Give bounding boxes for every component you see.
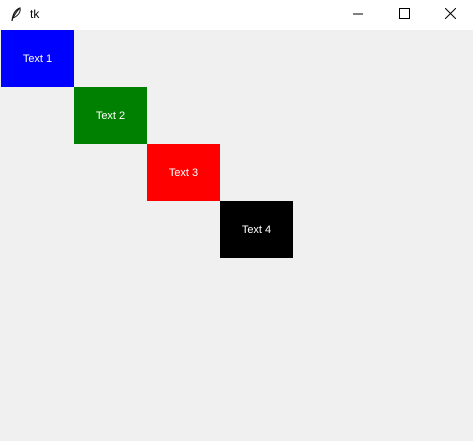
window-title: tk [30, 7, 40, 21]
label-text-2: Text 2 [74, 87, 147, 144]
label-text: Text 4 [241, 223, 272, 236]
close-icon [444, 6, 456, 24]
label-text-1: Text 1 [1, 30, 74, 87]
maximize-icon [398, 6, 410, 24]
close-button[interactable] [427, 0, 473, 30]
label-text: Text 1 [22, 52, 53, 65]
maximize-button[interactable] [381, 0, 427, 30]
tk-window: tk Text 1 Text 2 Text 3 Text 4 [0, 0, 473, 441]
window-content: Text 1 Text 2 Text 3 Text 4 [0, 30, 473, 441]
feather-icon [9, 7, 23, 23]
title-bar[interactable]: tk [0, 0, 473, 30]
label-text: Text 3 [168, 166, 199, 179]
minimize-button[interactable] [335, 0, 381, 30]
label-text-4: Text 4 [220, 201, 293, 258]
minimize-icon [352, 6, 364, 24]
label-text-3: Text 3 [147, 144, 220, 201]
label-text: Text 2 [95, 109, 126, 122]
